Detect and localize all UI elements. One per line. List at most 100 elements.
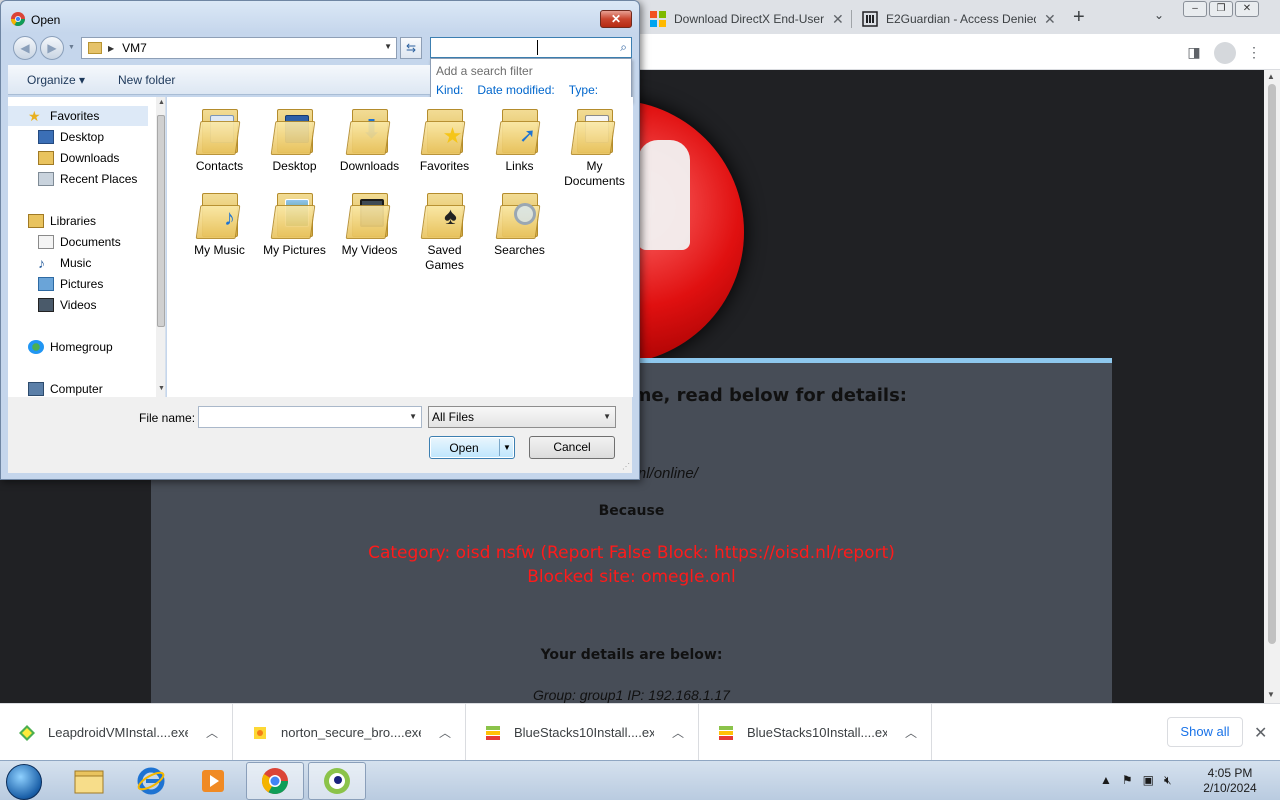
download-item[interactable]: BlueStacks10Install....exe ︿ xyxy=(699,704,932,761)
folder-item-saved-games[interactable]: ♠ Saved Games xyxy=(407,185,482,273)
folder-item-downloads[interactable]: ⬇ Downloads xyxy=(332,101,407,174)
minimize-icon[interactable]: – xyxy=(1183,1,1207,17)
scroll-up-icon[interactable]: ▲ xyxy=(1267,72,1275,81)
downloads-folder-icon: ⬇ xyxy=(345,107,392,155)
nav-item-music[interactable]: ♪ Music xyxy=(8,253,91,273)
ie-taskbar-button[interactable] xyxy=(122,762,180,800)
nav-label: Libraries xyxy=(50,214,97,228)
chevron-up-icon[interactable]: ︿ xyxy=(672,724,684,741)
contacts-folder-icon xyxy=(195,107,242,155)
refresh-button[interactable]: ⇆ xyxy=(400,37,422,59)
tab-close-icon[interactable]: ✕ xyxy=(1044,11,1056,28)
search-filter-popup: Add a search filter Kind: Date modified:… xyxy=(430,58,632,102)
tab-close-icon[interactable]: ✕ xyxy=(832,11,844,28)
start-button[interactable] xyxy=(6,764,42,800)
nav-item-computer[interactable]: Computer xyxy=(8,379,103,397)
folder-item-my-pictures[interactable]: My Pictures xyxy=(257,185,332,258)
page-scrollbar[interactable]: ▲ ▼ xyxy=(1264,70,1280,703)
tab-search-chevron-icon[interactable]: ⌄ xyxy=(1154,8,1164,22)
folder-item-searches[interactable]: Searches xyxy=(482,185,557,258)
side-panel-icon[interactable]: ◨ xyxy=(1184,42,1204,62)
chrome-taskbar-button[interactable] xyxy=(246,762,304,800)
scroll-thumb[interactable] xyxy=(1268,84,1276,644)
folder-label: Contacts xyxy=(195,159,244,173)
scroll-thumb[interactable] xyxy=(157,115,165,327)
blocked-site: Blocked site: omegle.onl xyxy=(527,567,736,587)
action-center-flag-icon[interactable]: ⚑ xyxy=(1122,773,1133,788)
new-folder-button[interactable]: New folder xyxy=(118,73,175,87)
close-icon[interactable]: ✕ xyxy=(1254,723,1267,743)
scroll-down-icon[interactable]: ▼ xyxy=(158,385,165,392)
address-path[interactable]: VM7 xyxy=(122,41,147,55)
recent-locations-dropdown-icon[interactable]: ▼ xyxy=(68,44,75,51)
folder-item-desktop[interactable]: Desktop xyxy=(257,101,332,174)
network-icon[interactable]: ▣ xyxy=(1143,773,1154,788)
chevron-up-icon[interactable]: ︿ xyxy=(206,724,218,741)
search-input[interactable]: ⌕ xyxy=(430,37,632,58)
open-options-dropdown-icon[interactable]: ▼ xyxy=(503,443,511,452)
links-folder-icon: ➚ xyxy=(495,107,542,155)
folder-item-links[interactable]: ➚ Links xyxy=(482,101,557,174)
dialog-title: Open xyxy=(31,13,61,27)
back-button[interactable]: ◀ xyxy=(13,36,37,60)
tab-directx[interactable]: Download DirectX End-User ✕ xyxy=(640,4,854,34)
organize-button[interactable]: Organize ▾ xyxy=(27,73,85,87)
resize-grip-icon[interactable]: ⋰ xyxy=(622,462,630,471)
nav-item-videos[interactable]: Videos xyxy=(8,295,96,315)
nav-item-recent-places[interactable]: Recent Places xyxy=(8,169,137,189)
search-icon[interactable]: ⌕ xyxy=(620,40,627,55)
filter-date-modified[interactable]: Date modified: xyxy=(477,83,554,97)
folder-item-contacts[interactable]: Contacts xyxy=(182,101,257,174)
nav-pane-scrollbar[interactable]: ▲ ▼ xyxy=(156,97,165,397)
address-dropdown-icon[interactable]: ▼ xyxy=(384,42,392,51)
nav-item-favorites[interactable]: ★ Favorites xyxy=(8,106,148,126)
folder-item-my-music[interactable]: ♪ My Music xyxy=(182,185,257,258)
tray-expand-icon[interactable]: ▲ xyxy=(1100,773,1112,788)
file-name-dropdown-icon[interactable]: ▼ xyxy=(409,412,417,421)
cancel-button[interactable]: Cancel xyxy=(529,436,615,459)
microsoft-logo-icon xyxy=(650,11,666,27)
show-all-button[interactable]: Show all xyxy=(1167,717,1243,747)
folder-icon xyxy=(74,770,104,794)
filter-kind[interactable]: Kind: xyxy=(436,83,463,97)
filter-type[interactable]: Type: xyxy=(569,83,598,97)
folder-item-favorites[interactable]: ★ Favorites xyxy=(407,101,482,174)
profile-icon[interactable] xyxy=(1214,42,1236,64)
explorer-taskbar-button[interactable] xyxy=(60,762,118,800)
nav-item-documents[interactable]: Documents xyxy=(8,232,121,252)
dialog-close-button[interactable]: ✕ xyxy=(600,10,632,28)
nav-item-downloads[interactable]: Downloads xyxy=(8,148,119,168)
nav-label: Downloads xyxy=(60,151,120,165)
dialog-titlebar[interactable]: Open ✕ xyxy=(1,1,639,33)
download-item[interactable]: norton_secure_bro....exe ︿ xyxy=(233,704,466,761)
chevron-up-icon[interactable]: ︿ xyxy=(905,724,917,741)
restore-icon[interactable]: ❐ xyxy=(1209,1,1233,17)
folder-item-my-videos[interactable]: My Videos xyxy=(332,185,407,258)
download-item[interactable]: LeapdroidVMInstal....exe ︿ xyxy=(0,704,233,761)
scroll-up-icon[interactable]: ▲ xyxy=(158,99,165,106)
nav-item-pictures[interactable]: Pictures xyxy=(8,274,103,294)
open-button[interactable]: Open ▼ xyxy=(429,436,515,459)
volume-muted-icon[interactable]: 🔇︎ xyxy=(1164,773,1172,788)
chevron-up-icon[interactable]: ︿ xyxy=(439,724,451,741)
file-name-input[interactable]: ▼ xyxy=(198,406,422,428)
address-bar[interactable]: ▶ VM7 ▼ xyxy=(81,37,397,59)
file-type-select[interactable]: All Files ▼ xyxy=(428,406,616,428)
forward-button[interactable]: ▶ xyxy=(40,36,64,60)
window-controls: – ❐ ✕ xyxy=(1183,1,1259,17)
installer-icon xyxy=(254,726,266,739)
download-item[interactable]: BlueStacks10Install....exe ︿ xyxy=(466,704,699,761)
new-tab-button[interactable]: + xyxy=(1073,6,1085,29)
nav-item-homegroup[interactable]: Homegroup xyxy=(8,337,113,357)
menu-kebab-icon[interactable]: ⋮ xyxy=(1244,42,1264,62)
dialog-taskbar-button[interactable] xyxy=(308,762,366,800)
folder-item-my-documents[interactable]: My Documents xyxy=(557,101,632,189)
media-player-taskbar-button[interactable] xyxy=(184,762,242,800)
tab-e2guardian[interactable]: E2Guardian - Access Denied ✕ xyxy=(852,4,1066,34)
scroll-down-icon[interactable]: ▼ xyxy=(1267,690,1275,699)
taskbar-clock[interactable]: 4:05 PM 2/10/2024 xyxy=(1195,766,1265,796)
nav-item-libraries[interactable]: Libraries xyxy=(8,211,96,231)
close-window-icon[interactable]: ✕ xyxy=(1235,1,1259,17)
nav-item-desktop[interactable]: Desktop xyxy=(8,127,104,147)
breadcrumb-arrow-icon[interactable]: ▶ xyxy=(108,44,114,53)
